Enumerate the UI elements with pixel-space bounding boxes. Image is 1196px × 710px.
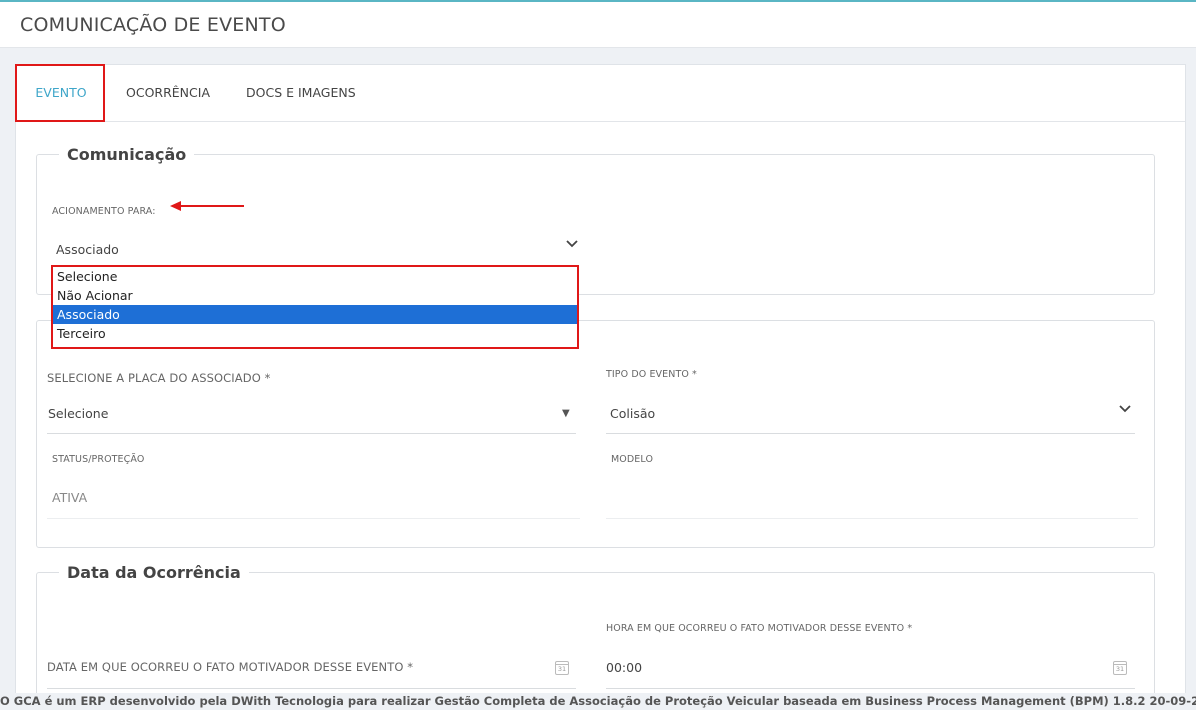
tipo-evento-label: TIPO DO EVENTO * [606, 369, 697, 380]
calendar-icon[interactable]: 31 [555, 661, 569, 675]
arrow-left-icon [170, 201, 244, 211]
data-ocorrencia-legend: Data da Ocorrência [67, 563, 241, 582]
status-label: STATUS/PROTEÇÃO [52, 454, 145, 465]
acionamento-label: ACIONAMENTO PARA: [52, 206, 156, 217]
placa-label: SELECIONE A PLACA DO ASSOCIADO * [47, 371, 271, 385]
tab-ocorrencia[interactable]: OCORRÊNCIA [126, 65, 210, 122]
caret-down-icon[interactable]: ▼ [562, 408, 570, 419]
modelo-underline [606, 518, 1138, 519]
status-value: ATIVA [52, 490, 88, 505]
veiculo-section [36, 320, 1155, 548]
acionamento-select[interactable]: Associado [56, 242, 119, 257]
calendar-icon[interactable]: 31 [1113, 661, 1127, 675]
tab-evento[interactable]: EVENTO [22, 65, 100, 122]
footer-text: O GCA é um ERP desenvolvido pela DWith T… [0, 694, 1196, 708]
tab-docs-e-imagens[interactable]: DOCS E IMAGENS [246, 65, 356, 122]
option-selecione[interactable]: Selecione [52, 267, 578, 286]
footer: O GCA é um ERP desenvolvido pela DWith T… [0, 693, 1196, 710]
option-associado[interactable]: Associado [52, 305, 578, 324]
hora-input[interactable]: 00:00 [606, 660, 642, 675]
placa-select[interactable]: Selecione [48, 406, 108, 421]
option-terceiro[interactable]: Terceiro [52, 324, 578, 343]
page-title: COMUNICAÇÃO DE EVENTO [20, 14, 286, 36]
page-header: COMUNICAÇÃO DE EVENTO [0, 2, 1196, 48]
chevron-down-icon[interactable] [1118, 403, 1132, 415]
placa-underline [47, 433, 576, 434]
status-underline [47, 518, 580, 519]
acionamento-dropdown-list: Selecione Não Acionar Associado Terceiro [51, 266, 579, 348]
comunicacao-legend: Comunicação [67, 145, 187, 164]
tipo-evento-underline [606, 433, 1135, 434]
data-underline [47, 688, 576, 689]
hora-underline [606, 688, 1135, 689]
hora-label: HORA EM QUE OCORREU O FATO MOTIVADOR DES… [606, 623, 913, 634]
chevron-down-icon[interactable] [565, 238, 579, 250]
data-label: DATA EM QUE OCORREU O FATO MOTIVADOR DES… [47, 660, 414, 674]
modelo-label: MODELO [611, 454, 654, 465]
tipo-evento-select[interactable]: Colisão [610, 406, 655, 421]
tab-bar: EVENTO OCORRÊNCIA DOCS E IMAGENS [15, 64, 1185, 122]
option-nao-acionar[interactable]: Não Acionar [52, 286, 578, 305]
